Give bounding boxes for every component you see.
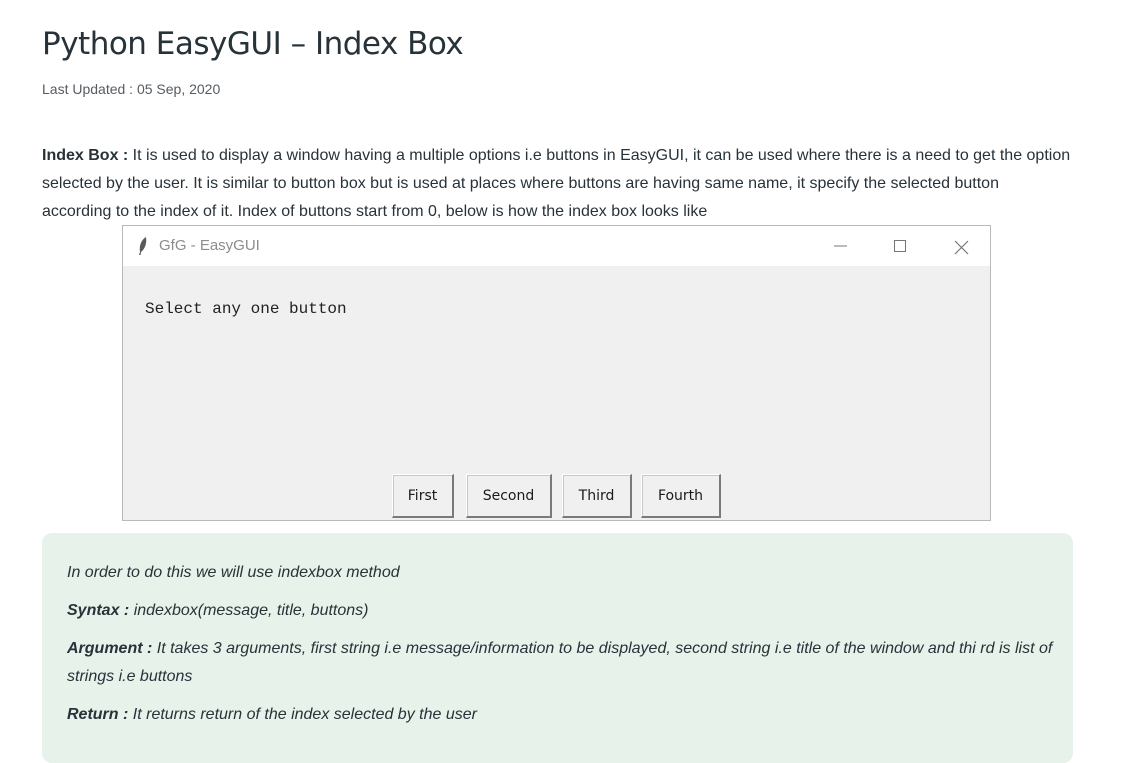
info-method-pre: In order to do this we will use bbox=[67, 564, 278, 581]
last-updated: Last Updated : 05 Sep, 2020 bbox=[42, 81, 221, 97]
intro-text: It is used to display a window having a … bbox=[42, 147, 1071, 220]
intro-label: Index Box : bbox=[42, 147, 129, 164]
window-titlebar[interactable]: GfG - EasyGUI bbox=[123, 226, 990, 266]
third-button[interactable]: Third bbox=[562, 474, 632, 518]
return-label: Return : bbox=[67, 706, 129, 723]
info-method-line: In order to do this we will use indexbox… bbox=[67, 559, 1057, 587]
syntax-label: Syntax : bbox=[67, 602, 130, 619]
argument-text: It takes 3 arguments, first string i.e m… bbox=[67, 640, 1053, 685]
info-return-line: Return : It returns return of the index … bbox=[67, 701, 1057, 729]
info-method-post: method bbox=[341, 564, 400, 581]
maximize-icon[interactable] bbox=[888, 234, 914, 258]
close-icon[interactable] bbox=[948, 234, 974, 258]
argument-label: Argument : bbox=[67, 640, 153, 657]
minimize-icon[interactable] bbox=[828, 234, 854, 258]
first-button[interactable]: First bbox=[392, 474, 454, 518]
window-title: GfG - EasyGUI bbox=[159, 237, 260, 254]
easygui-window: GfG - EasyGUI Select any one button Firs… bbox=[122, 225, 991, 521]
info-argument-line: Argument : It takes 3 arguments, first s… bbox=[67, 635, 1057, 691]
info-box: In order to do this we will use indexbox… bbox=[42, 533, 1073, 763]
page-title: Python EasyGUI – Index Box bbox=[42, 26, 464, 62]
info-method-name: indexbox bbox=[277, 564, 342, 581]
info-syntax-line: Syntax : indexbox(message, title, button… bbox=[67, 597, 1057, 625]
fourth-button[interactable]: Fourth bbox=[641, 474, 721, 518]
intro-paragraph: Index Box : It is used to display a wind… bbox=[42, 142, 1072, 226]
second-button[interactable]: Second bbox=[466, 474, 552, 518]
window-message: Select any one button bbox=[145, 300, 347, 318]
return-text: It returns return of the index selected … bbox=[128, 706, 477, 723]
syntax-text: indexbox(message, title, buttons) bbox=[129, 602, 369, 619]
feather-icon bbox=[139, 237, 147, 255]
